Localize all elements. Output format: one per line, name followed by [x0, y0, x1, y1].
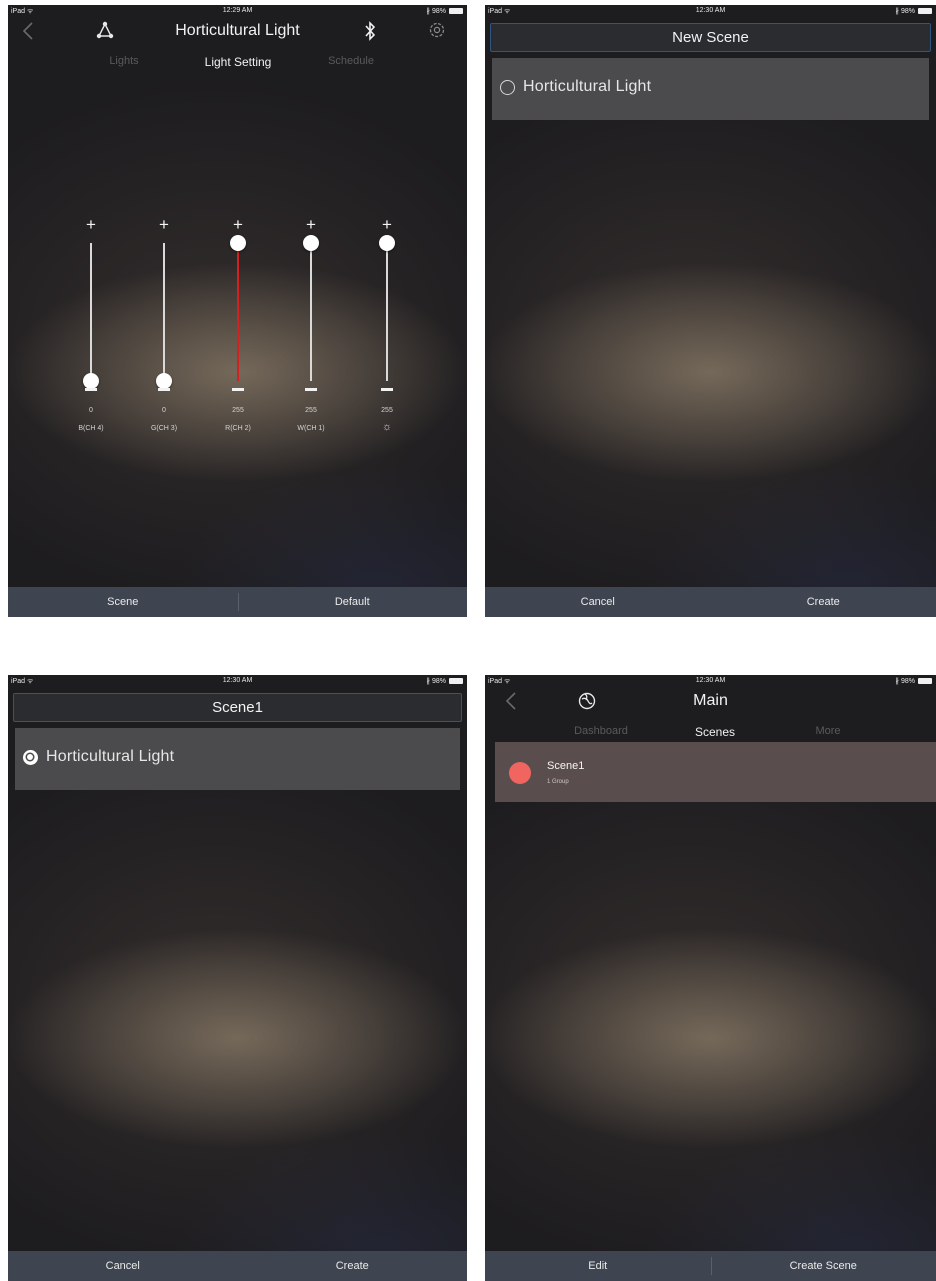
battery-label: ∦ 98% [895, 678, 915, 685]
slider-value: 0 [89, 407, 93, 414]
edit-scene-screen: iPad ᯤ 12:30 AM ∦ 98% Scene1 Horticultur… [8, 675, 467, 1281]
plus-icon[interactable]: + [291, 216, 331, 233]
scene-group-count: 1 Group [547, 779, 569, 785]
slider-value: 255 [232, 407, 244, 414]
slider-track[interactable] [163, 243, 165, 381]
status-time: 12:30 AM [222, 677, 253, 684]
slider-r-ch2[interactable]: + 255 R(CH 2) [218, 216, 258, 437]
tab-scenes[interactable]: Scenes [655, 725, 775, 739]
slider-track[interactable] [386, 243, 388, 381]
slider-label: R(CH 2) [225, 425, 251, 432]
minus-icon[interactable] [305, 388, 317, 391]
bottom-bar: Cancel Create [8, 1251, 467, 1281]
tab-dashboard[interactable]: Dashboard [541, 725, 661, 737]
slider-value: 255 [381, 407, 393, 414]
slider-knob[interactable] [379, 235, 395, 251]
group-row[interactable]: Horticultural Light [15, 728, 460, 790]
plus-icon[interactable]: + [367, 216, 407, 233]
slider-g-ch3[interactable]: + 0 G(CH 3) [144, 216, 184, 437]
minus-icon[interactable] [232, 388, 244, 391]
new-scene-screen: iPad ᯤ 12:30 AM ∦ 98% New Scene Horticul… [485, 5, 936, 617]
status-time: 12:30 AM [695, 7, 726, 14]
radio-button[interactable] [500, 80, 515, 95]
slider-label: G(CH 3) [150, 425, 178, 432]
scene-name-input[interactable]: New Scene [490, 23, 931, 52]
bottom-bar: Scene Default [8, 587, 467, 617]
slider-brightness[interactable]: + 255 ☼ [367, 216, 407, 437]
battery-icon [918, 8, 932, 14]
light-setting-screen: iPad ᯤ 12:29 AM ∦ 98% Horticultural Ligh… [8, 5, 467, 617]
battery-label: ∦ 98% [426, 678, 446, 685]
slider-knob[interactable] [303, 235, 319, 251]
edit-button[interactable]: Edit [485, 1251, 711, 1281]
tab-more[interactable]: More [768, 725, 888, 737]
tab-light-setting[interactable]: Light Setting [178, 55, 298, 69]
minus-icon[interactable] [158, 388, 170, 391]
default-button[interactable]: Default [238, 587, 468, 617]
scene-name-input[interactable]: Scene1 [13, 693, 462, 722]
slider-knob[interactable] [83, 373, 99, 389]
scene-button[interactable]: Scene [8, 587, 238, 617]
slider-value: 255 [305, 407, 317, 414]
scene-name: Scene1 [547, 760, 585, 772]
tab-bar: Lights Light Setting Schedule [8, 55, 467, 71]
battery-label: ∦ 98% [895, 8, 915, 15]
minus-icon[interactable] [85, 388, 97, 391]
plus-icon[interactable]: + [218, 216, 258, 233]
slider-label: B(CH 4) [78, 425, 104, 432]
bottom-bar: Edit Create Scene [485, 1251, 936, 1281]
tab-bar: Dashboard Scenes More [485, 725, 936, 741]
status-time: 12:30 AM [695, 677, 726, 684]
battery-icon [449, 678, 463, 684]
slider-fill-red [237, 243, 239, 381]
bluetooth-icon[interactable] [363, 21, 377, 46]
create-scene-button[interactable]: Create Scene [711, 1251, 936, 1281]
create-button[interactable]: Create [238, 1251, 468, 1281]
status-bar: iPad ᯤ 12:30 AM ∦ 98% [485, 5, 936, 19]
slider-knob[interactable] [156, 373, 172, 389]
slider-label: W(CH 1) [297, 425, 325, 432]
scene-list-item[interactable]: Scene1 1 Group [495, 742, 936, 802]
radio-button-checked[interactable] [23, 750, 38, 765]
sun-icon: ☼ [381, 421, 393, 433]
battery-icon [449, 8, 463, 14]
slider-b-ch4[interactable]: + 0 B(CH 4) [71, 216, 111, 437]
plus-icon[interactable]: + [144, 216, 184, 233]
tab-schedule[interactable]: Schedule [291, 55, 411, 67]
status-bar: iPad ᯤ 12:30 AM ∦ 98% [8, 675, 467, 689]
status-bar: iPad ᯤ 12:30 AM ∦ 98% [485, 675, 936, 689]
status-time: 12:29 AM [222, 7, 253, 14]
battery-icon [918, 678, 932, 684]
scene-color-dot [509, 762, 531, 784]
group-row[interactable]: Horticultural Light [492, 58, 929, 120]
slider-track[interactable] [90, 243, 92, 381]
page-title: Horticultural Light [175, 22, 300, 39]
bottom-bar: Cancel Create [485, 587, 936, 617]
plus-icon[interactable]: + [71, 216, 111, 233]
gear-icon[interactable] [428, 21, 446, 44]
battery-label: ∦ 98% [426, 8, 446, 15]
slider-track[interactable] [310, 243, 312, 381]
minus-icon[interactable] [381, 388, 393, 391]
cancel-button[interactable]: Cancel [485, 587, 711, 617]
group-name: Horticultural Light [46, 748, 175, 765]
scenes-screen: iPad ᯤ 12:30 AM ∦ 98% Main Dashboard Sce… [485, 675, 936, 1281]
create-button[interactable]: Create [711, 587, 936, 617]
slider-w-ch1[interactable]: + 255 W(CH 1) [291, 216, 331, 437]
tab-lights[interactable]: Lights [64, 55, 184, 67]
slider-value: 0 [162, 407, 166, 414]
cancel-button[interactable]: Cancel [8, 1251, 238, 1281]
status-bar: iPad ᯤ 12:29 AM ∦ 98% [8, 5, 467, 19]
slider-knob[interactable] [230, 235, 246, 251]
page-title: Main [693, 692, 728, 709]
group-name: Horticultural Light [523, 78, 652, 95]
